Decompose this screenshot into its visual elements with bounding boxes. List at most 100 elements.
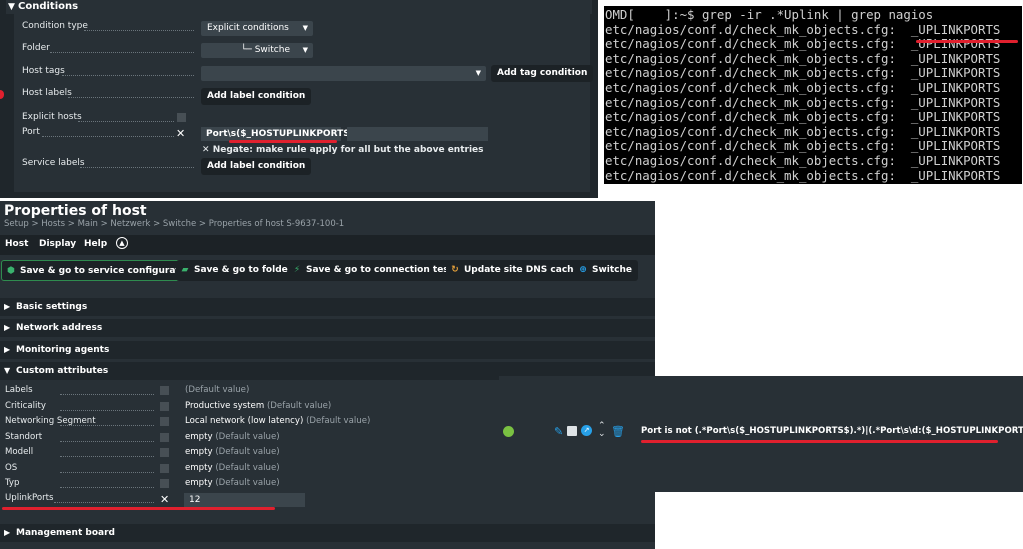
explicit-hosts-checkbox[interactable] (177, 113, 186, 122)
attribute-checkbox[interactable] (160, 417, 169, 426)
section-monitoring-agents[interactable]: ▶ Monitoring agents (0, 341, 655, 359)
terminal-line: etc/nagios/conf.d/check_mk_objects.cfg: … (605, 94, 1001, 110)
error-marker (0, 90, 4, 99)
dots (68, 97, 194, 98)
add-tag-condition-button[interactable]: Add tag condition (491, 65, 594, 82)
collapse-triangle-icon: ▼ (4, 366, 11, 375)
host-labels-label: Host labels (22, 88, 72, 98)
clone-icon[interactable] (567, 426, 577, 436)
port-label: Port (22, 127, 40, 137)
attribute-value: Productive system (Default value) (185, 401, 331, 411)
terminal-line: etc/nagios/conf.d/check_mk_objects.cfg: … (605, 65, 1001, 81)
reorder-icon[interactable]: ⌃ ⌄ (598, 422, 606, 439)
lightning-icon: ⚡ (293, 265, 301, 275)
section-management-board[interactable]: ▶ Management board (0, 524, 655, 542)
terminal-line: etc/nagios/conf.d/check_mk_objects.cfg: … (605, 152, 1001, 168)
conditions-panel: ▼ Conditions Condition type Explicit con… (0, 0, 598, 198)
default-value-hint: (Default value) (266, 400, 332, 411)
save-connection-tests-button[interactable]: ⚡ Save & go to connection tests (288, 260, 465, 281)
toolbar: ⬢ Save & go to service configuration ▰ Sav… (0, 258, 655, 285)
default-value-hint: (Default value) (215, 447, 280, 457)
attribute-checkbox[interactable] (160, 401, 169, 411)
dots (50, 52, 194, 53)
add-label-condition-button[interactable]: Add label condition (201, 158, 312, 175)
attribute-checkbox[interactable] (160, 386, 169, 395)
folder-icon: ▰ (181, 265, 189, 275)
attribute-value: empty (Default value) (185, 432, 280, 442)
expand-triangle-icon: ▶ (4, 528, 11, 537)
dots (60, 471, 154, 473)
update-dns-cache-button[interactable]: ↻ Update site DNS cache (446, 260, 586, 281)
attribute-value: Local network (low latency) (Default val… (185, 416, 370, 426)
page-title: Properties of host (4, 203, 147, 219)
save-folder-button[interactable]: ▰ Save & go to folder (176, 260, 299, 281)
attribute-checkbox[interactable] (160, 448, 169, 457)
port-input[interactable]: Port\s($_HOSTUPLINKPORTS$). (201, 127, 364, 141)
attribute-label: Modell (5, 447, 34, 457)
menu-help[interactable]: Help (84, 239, 107, 249)
folder-select[interactable]: └─ Switche ▼ (201, 43, 313, 58)
terminal-line: etc/nagios/conf.d/check_mk_objects.cfg: … (605, 79, 1001, 95)
export-icon[interactable]: ↗ (581, 425, 592, 436)
dots (60, 394, 154, 395)
uplinkports-input[interactable]: 12 (184, 493, 305, 507)
negate-option[interactable]: ✕ Negate: make rule apply for all but th… (202, 145, 484, 155)
save-service-icon: ⬢ (7, 266, 15, 276)
attribute-value-text: empty (185, 462, 213, 473)
add-label-condition-button[interactable]: Add label condition (201, 88, 312, 105)
highlight-underline (641, 440, 998, 443)
delete-icon[interactable]: 🗑 (611, 425, 625, 438)
breadcrumb[interactable]: Setup > Hosts > Main > Netzwerk > Switch… (4, 219, 344, 229)
section-network-address[interactable]: ▶ Network address (0, 319, 655, 337)
terminal-line: OMD[ ]:~$ grep -ir .*Uplink | grep nagio… (605, 7, 934, 22)
dots (60, 409, 154, 411)
attribute-value-text: empty (185, 478, 213, 488)
attribute-checkbox[interactable] (160, 463, 169, 473)
dots (78, 121, 174, 122)
terminal-line: etc/nagios/conf.d/check_mk_objects.cfg: … (605, 167, 1001, 183)
default-value-hint: (Default value) (185, 385, 250, 395)
close-icon[interactable]: ✕ (176, 127, 185, 140)
default-value-hint: (Default value) (215, 462, 280, 473)
up-arrow-icon: ⊕ (579, 265, 587, 275)
attribute-value: empty (Default value) (185, 447, 280, 457)
condition-type-select[interactable]: Explicit conditions ▼ (201, 21, 313, 36)
attribute-checkbox[interactable] (160, 479, 169, 488)
section-basic-settings[interactable]: ▶ Basic settings (0, 298, 655, 316)
edit-icon[interactable]: ✎ (554, 425, 563, 438)
dots (60, 425, 154, 426)
menu-host[interactable]: Host (5, 239, 28, 249)
default-value-hint: (Default value) (215, 431, 280, 442)
attribute-label: Criticality (5, 400, 46, 411)
explicit-hosts-label: Explicit hosts (22, 112, 82, 122)
highlight-underline (229, 140, 337, 143)
port-input-next[interactable] (347, 127, 488, 141)
attribute-value: (Default value) (185, 385, 249, 395)
close-icon[interactable]: ✕ (160, 493, 169, 506)
highlight-underline (2, 507, 275, 510)
save-service-config-button[interactable]: ⬢ Save & go to service configuration (1, 260, 203, 281)
attribute-value-text: Productive system (185, 400, 265, 411)
chevron-down-icon: ▼ (475, 69, 481, 77)
menu-display[interactable]: Display (39, 239, 76, 249)
switche-folder-button[interactable]: ⊕ Switche (574, 260, 639, 281)
close-icon: ✕ (202, 145, 213, 155)
attribute-label: Typ (5, 478, 20, 488)
host-tags-label: Host tags (22, 66, 65, 76)
refresh-icon: ↻ (451, 265, 459, 275)
uplinkports-label: UplinkPorts (5, 493, 54, 503)
chevron-down-icon: ▼ (302, 46, 308, 54)
host-properties-panel: Properties of host Setup > Hosts > Main … (0, 201, 655, 549)
expand-triangle-icon: ▶ (4, 302, 11, 311)
attribute-checkbox[interactable] (160, 432, 169, 442)
collapse-menu-icon[interactable]: ▲ (116, 237, 128, 249)
rule-condition-text: Port is not (.*Port\s($_HOSTUPLINKPORTS$… (641, 426, 1023, 436)
dots (62, 75, 194, 76)
attribute-value: empty (Default value) (185, 463, 280, 473)
attribute-label: Standort (5, 431, 43, 442)
host-tags-select[interactable]: ▼ (201, 66, 486, 81)
dots (42, 136, 174, 137)
dots (80, 167, 194, 168)
terminal-line: etc/nagios/conf.d/check_mk_objects.cfg: … (605, 50, 1001, 66)
attribute-label: Labels (5, 385, 33, 395)
